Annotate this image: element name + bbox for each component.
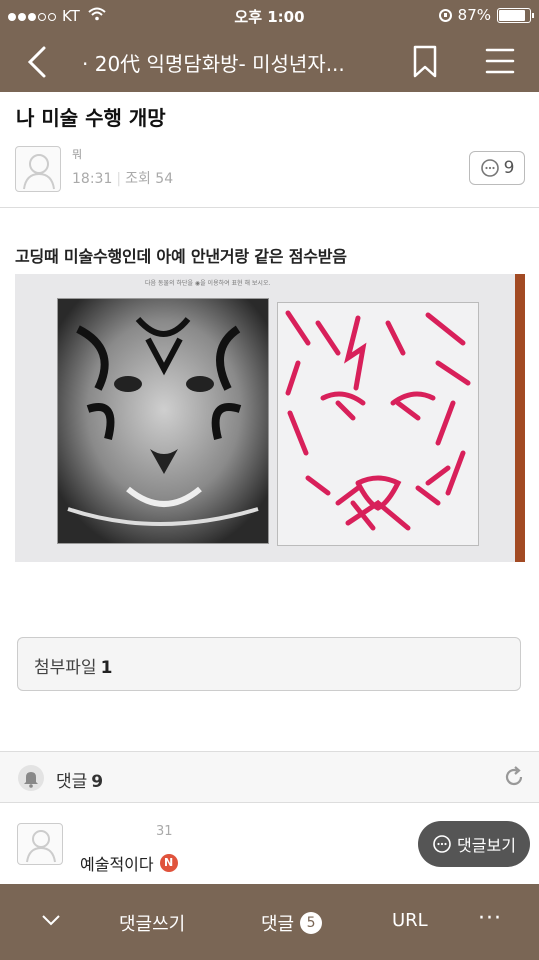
new-badge: N (159, 854, 178, 872)
comments-count: 9 (91, 772, 104, 792)
write-comment-button[interactable]: 댓글쓰기 (119, 910, 185, 936)
commenter-avatar[interactable] (17, 823, 63, 865)
worksheet-caption: 다음 동물의 하단을 ◉을 이용하여 표현 해 보시오. (145, 280, 271, 287)
person-icon (23, 154, 55, 190)
attachment-count: 1 (100, 658, 113, 678)
menu-icon (485, 48, 515, 74)
speech-bubble-icon (480, 159, 499, 177)
comments-label: 댓글 (56, 772, 88, 792)
comment-count-button[interactable]: 9 (469, 151, 525, 185)
status-bar: KT 오후 1:00 87% (0, 0, 539, 32)
status-right: 87% (438, 6, 534, 24)
comment-time: 31 (156, 824, 173, 839)
bookmark-button[interactable] (410, 44, 440, 80)
comment-count: 9 (503, 158, 515, 178)
back-button[interactable] (20, 42, 54, 82)
comments-button[interactable]: 댓글 5 (261, 910, 323, 936)
attachment-box[interactable]: 첨부파일 1 (17, 637, 521, 691)
url-button[interactable]: URL (392, 910, 428, 931)
post-time: 18:31 (72, 171, 113, 187)
bottom-toolbar: 댓글쓰기 댓글 5 URL ··· (0, 884, 539, 960)
post-body-text: 고딩때 미술수행인데 아예 안낸거랑 같은 점수받음 (15, 247, 347, 266)
view-comments-label: 댓글보기 (457, 836, 516, 855)
comments-button-label: 댓글 (261, 914, 295, 935)
post-views: 조회 54 (125, 171, 174, 187)
battery-percent: 87% (457, 6, 491, 24)
comments-badge: 5 (300, 912, 323, 934)
board-title: · 20代 익명담화방- 미성년자... (82, 52, 345, 76)
comment-bar: 댓글 9 (0, 751, 539, 803)
back-icon (27, 46, 46, 78)
refresh-button[interactable] (502, 765, 526, 789)
post-title: 나 미술 수행 개망 (16, 106, 166, 130)
tiger-photograph (57, 298, 269, 544)
author-name[interactable]: 뭐 (72, 146, 82, 162)
tiger-drawing (277, 302, 479, 546)
scroll-down-button[interactable] (40, 912, 62, 928)
comments-header: 댓글 9 (56, 767, 103, 792)
speech-bubble-icon (433, 835, 451, 853)
more-button[interactable]: ··· (478, 906, 502, 931)
battery-icon (497, 7, 534, 23)
menu-button[interactable] (484, 46, 516, 76)
comment-text: 예술적이다 (80, 855, 154, 874)
author-avatar[interactable] (15, 146, 61, 192)
nav-bar: · 20代 익명담화방- 미성년자... (0, 32, 539, 92)
refresh-icon (505, 766, 523, 786)
chevron-down-icon (42, 915, 60, 926)
attachment-label-row: 첨부파일 1 (34, 653, 112, 678)
rotation-lock-icon (438, 8, 452, 22)
bookmark-icon (413, 45, 437, 78)
post-photo[interactable]: 다음 동물의 하단을 ◉을 이용하여 표현 해 보시오. (15, 274, 525, 562)
worksheet-paper: 다음 동물의 하단을 ◉을 이용하여 표현 해 보시오. (15, 274, 515, 562)
view-comments-button[interactable]: 댓글보기 (418, 821, 530, 867)
header-divider (0, 207, 539, 208)
person-icon (26, 830, 56, 863)
post-meta: 18:31 | 조회 54 (72, 168, 173, 188)
top-chrome: KT 오후 1:00 87% · 20代 익명담화방- 미성년자... (0, 0, 539, 92)
meta-separator: | (116, 171, 122, 187)
attachment-label: 첨부파일 (34, 658, 97, 678)
comment-body: 예술적이다 N (80, 851, 178, 875)
notification-toggle[interactable] (18, 765, 44, 791)
bell-icon (24, 772, 38, 788)
